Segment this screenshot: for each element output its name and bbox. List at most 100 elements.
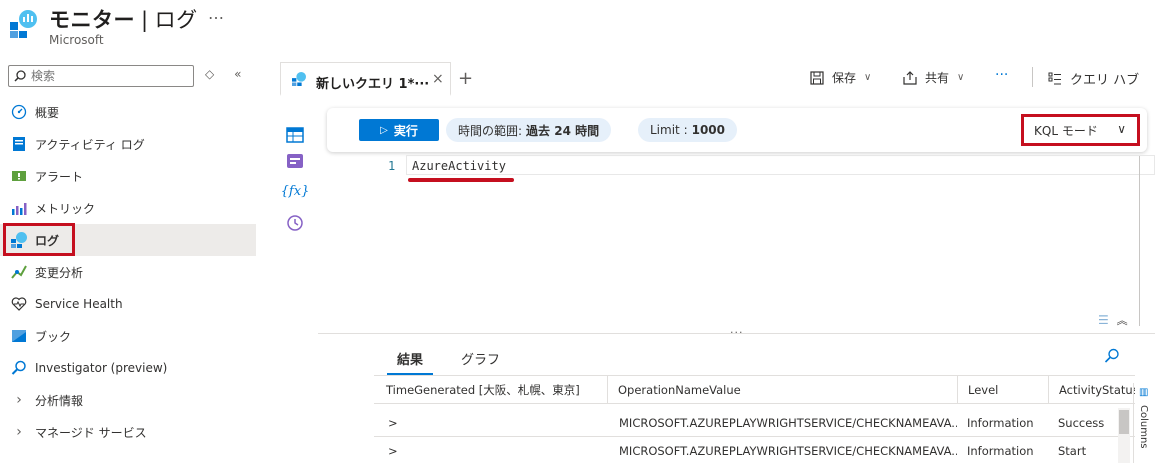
- scrollbar-thumb[interactable]: [1119, 410, 1129, 434]
- tab-new-query[interactable]: 新しいクエリ 1*··· ×: [280, 62, 451, 96]
- editor-tools: ☰ ︽: [1098, 312, 1128, 328]
- query-tab-bar: 新しいクエリ 1*··· × + 保存 ∨ 共有 ∨ ··· クエリ ハブ: [280, 60, 1155, 96]
- editor-side-rail: {fx}: [280, 118, 310, 240]
- table-row[interactable]: > MICROSOFT.AZUREPLAYWRIGHTSERVICE/CHECK…: [374, 409, 1135, 437]
- sidebar-search-input[interactable]: [31, 67, 191, 85]
- run-label: 実行: [393, 123, 418, 138]
- workbook-icon: [11, 328, 27, 344]
- history-icon[interactable]: [280, 206, 310, 240]
- alert-icon: [11, 168, 27, 184]
- cell-level: Information: [967, 416, 1034, 430]
- tab-chart[interactable]: グラフ: [461, 349, 500, 368]
- service-health-icon: [11, 296, 27, 312]
- limit-button[interactable]: Limit : 1000: [638, 118, 738, 142]
- activity-log-icon: [11, 136, 27, 152]
- sidebar-search[interactable]: [8, 65, 194, 87]
- sidebar-item-label: 概要: [35, 105, 60, 120]
- sidebar-item-service-health[interactable]: Service Health: [0, 288, 256, 320]
- sidebar-item-label: ブック: [35, 329, 72, 344]
- sidebar-item-overview[interactable]: 概要: [0, 96, 256, 128]
- run-button[interactable]: ▷ 実行: [359, 119, 439, 141]
- search-icon: [14, 70, 26, 82]
- more-options-icon[interactable]: …: [208, 4, 224, 23]
- save-icon: [810, 70, 824, 85]
- sidebar-item-label: 変更分析: [35, 265, 84, 280]
- sidebar-item-insights[interactable]: › 分析情報: [0, 384, 256, 416]
- sidebar-item-alerts[interactable]: アラート: [0, 160, 256, 192]
- more-commands-button[interactable]: ···: [995, 67, 1008, 83]
- cell-operation: MICROSOFT.AZUREPLAYWRIGHTSERVICE/CHECKNA…: [619, 444, 957, 458]
- sidebar-item-change-analysis[interactable]: 変更分析: [0, 256, 256, 288]
- title-section: ログ: [154, 8, 198, 32]
- table-header-row: TimeGenerated [大阪、札幌、東京] OperationNameVa…: [374, 376, 1135, 404]
- search-icon[interactable]: [1104, 348, 1120, 364]
- column-header-activitystatus[interactable]: ActivityStatus: [1048, 376, 1135, 404]
- sidebar-nav: 概要 アクティビティ ログ アラート メトリック ログ 変更分析 Service…: [0, 96, 256, 448]
- search-icon: [11, 360, 27, 376]
- functions-icon[interactable]: {fx}: [280, 174, 310, 208]
- close-icon[interactable]: ×: [432, 71, 444, 87]
- sidebar-item-investigator[interactable]: Investigator (preview): [0, 352, 256, 384]
- column-header-operationnamevalue[interactable]: OperationNameValue: [607, 376, 957, 404]
- current-line: [406, 155, 1155, 175]
- overview-icon: [11, 104, 27, 120]
- chevron-down-icon: ∨: [864, 72, 872, 83]
- query-hub-label: クエリ ハブ: [1070, 73, 1140, 88]
- results-grid: TimeGenerated [大阪、札幌、東京] OperationNameVa…: [374, 375, 1135, 463]
- logs-icon: [292, 72, 306, 86]
- add-tab-button[interactable]: +: [458, 68, 473, 89]
- time-range-label: 時間の範囲:: [458, 123, 523, 138]
- query-hub-icon: [1048, 72, 1061, 84]
- tab-results[interactable]: 結果: [386, 349, 434, 375]
- column-header-level[interactable]: Level: [957, 376, 1048, 404]
- table-row[interactable]: > MICROSOFT.AZUREPLAYWRIGHTSERVICE/CHECK…: [374, 437, 1135, 463]
- monitor-logs-icon: [10, 10, 37, 38]
- sidebar-tools: ◇ «: [205, 67, 257, 81]
- chevron-right-icon: ›: [16, 392, 22, 408]
- chevron-down-icon: ∨: [957, 72, 965, 83]
- chevron-up-icon[interactable]: ︽: [1117, 314, 1128, 327]
- play-icon: ▷: [380, 124, 388, 136]
- queries-icon[interactable]: [280, 144, 310, 178]
- cell-operation: MICROSOFT.AZUREPLAYWRIGHTSERVICE/CHECKNA…: [619, 416, 957, 430]
- columns-icon: ▥: [1139, 387, 1149, 398]
- chevron-right-icon: ›: [16, 424, 22, 440]
- tab-label: 新しいクエリ 1*···: [316, 73, 429, 92]
- save-button[interactable]: 保存 ∨: [810, 69, 871, 86]
- sidebar-item-managed-services[interactable]: › マネージド サービス: [0, 416, 256, 448]
- splitter-handle-icon[interactable]: ···: [730, 326, 744, 339]
- sidebar-item-activity-log[interactable]: アクティビティ ログ: [0, 128, 256, 160]
- sidebar-item-label: アクティビティ ログ: [35, 137, 145, 152]
- expand-row-icon[interactable]: >: [374, 409, 607, 437]
- share-label: 共有: [925, 71, 950, 85]
- format-icon[interactable]: ☰: [1098, 313, 1109, 327]
- editor-scrollbar[interactable]: [1139, 156, 1140, 326]
- sidebar-item-label: Investigator (preview): [35, 361, 168, 375]
- column-header-timegenerated[interactable]: TimeGenerated [大阪、札幌、東京]: [374, 376, 607, 404]
- sort-icon[interactable]: ◇: [205, 67, 214, 81]
- columns-label: Columns: [1138, 405, 1149, 449]
- share-icon: [903, 70, 917, 85]
- collapse-sidebar-icon[interactable]: «: [234, 67, 241, 81]
- title-separator: |: [141, 8, 149, 32]
- sidebar-item-label: マネージド サービス: [35, 425, 147, 440]
- results-scrollbar[interactable]: [1118, 408, 1130, 463]
- sidebar-item-metrics[interactable]: メトリック: [0, 192, 256, 224]
- command-divider: [1032, 67, 1033, 87]
- kql-mode-highlight-box: [1021, 114, 1140, 146]
- page-title: モニター | ログ: [49, 4, 198, 34]
- query-underline: [408, 178, 514, 182]
- time-range-value: 過去 24 時間: [526, 123, 600, 138]
- time-range-button[interactable]: 時間の範囲: 過去 24 時間: [446, 118, 612, 142]
- save-label: 保存: [832, 71, 857, 85]
- columns-panel-toggle[interactable]: ▥ Columns: [1133, 383, 1155, 463]
- query-text[interactable]: AzureActivity: [412, 159, 506, 173]
- sidebar-item-label: Service Health: [35, 297, 123, 311]
- query-hub-button[interactable]: クエリ ハブ: [1048, 69, 1139, 88]
- expand-row-icon[interactable]: >: [374, 437, 607, 463]
- logs-highlight-box: [3, 223, 75, 256]
- sidebar-item-workbooks[interactable]: ブック: [0, 320, 256, 352]
- limit-label: Limit :: [650, 123, 688, 137]
- share-button[interactable]: 共有 ∨: [903, 69, 964, 86]
- change-analysis-icon: [11, 264, 27, 280]
